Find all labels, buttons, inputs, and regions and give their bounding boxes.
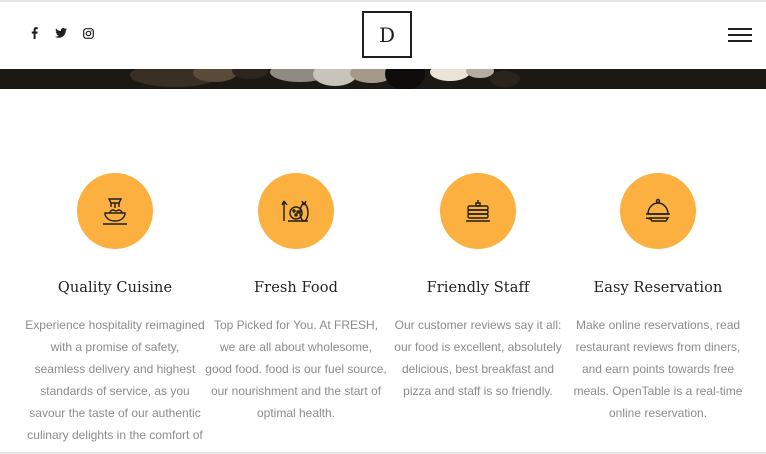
feature-description: Experience hospitality reimagined with a… [25, 318, 205, 442]
twitter-icon[interactable] [54, 26, 68, 40]
feature-description: Top Picked for You. At FRESH, we are all… [205, 318, 387, 420]
hero-image-strip [0, 69, 766, 89]
feature-description: Our customer reviews say it all: our foo… [394, 318, 562, 398]
feature-title: Friendly Staff [426, 280, 530, 296]
site-logo[interactable]: D [362, 11, 412, 58]
site-header: D [0, 2, 766, 69]
fresh-food-icon [258, 173, 334, 249]
food-bowl-icon [77, 173, 153, 249]
feature-title: Quality Cuisine [57, 280, 173, 296]
social-links [27, 26, 108, 40]
feature-fresh-food: Fresh Food Top Picked for You. At FRESH,… [205, 173, 387, 424]
facebook-icon[interactable] [27, 26, 41, 40]
instagram-icon[interactable] [81, 26, 95, 40]
feature-title: Easy Reservation [593, 280, 723, 296]
feature-title: Fresh Food [254, 280, 338, 296]
feature-quality-cuisine: Quality Cuisine Experience hospitality r… [24, 173, 206, 446]
pancake-stack-icon [440, 173, 516, 249]
hamburger-menu-icon[interactable] [728, 28, 752, 42]
serving-cloche-icon [620, 173, 696, 249]
feature-friendly-staff: Friendly Staff Our customer reviews say … [387, 173, 569, 402]
feature-description: Make online reservations, read restauran… [573, 318, 743, 420]
feature-easy-reservation: Easy Reservation Make online reservation… [567, 173, 749, 424]
